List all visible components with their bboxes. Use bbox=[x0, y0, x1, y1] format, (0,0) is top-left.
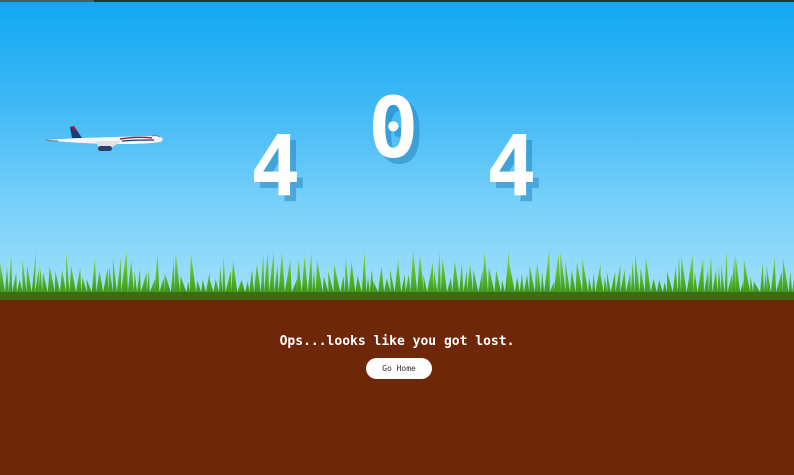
error-digit-first: 4 bbox=[250, 117, 301, 215]
grass-strip bbox=[0, 248, 794, 304]
go-home-button[interactable]: Go Home bbox=[366, 358, 432, 379]
soil-ground bbox=[0, 300, 794, 475]
not-found-page: 4 0 4 Ops...looks like you got lost. Go … bbox=[0, 0, 794, 475]
airplane-icon bbox=[45, 126, 163, 151]
error-digit-middle: 0 bbox=[368, 79, 419, 177]
error-digit-last: 4 bbox=[486, 117, 537, 215]
lost-message: Ops...looks like you got lost. bbox=[279, 334, 515, 349]
